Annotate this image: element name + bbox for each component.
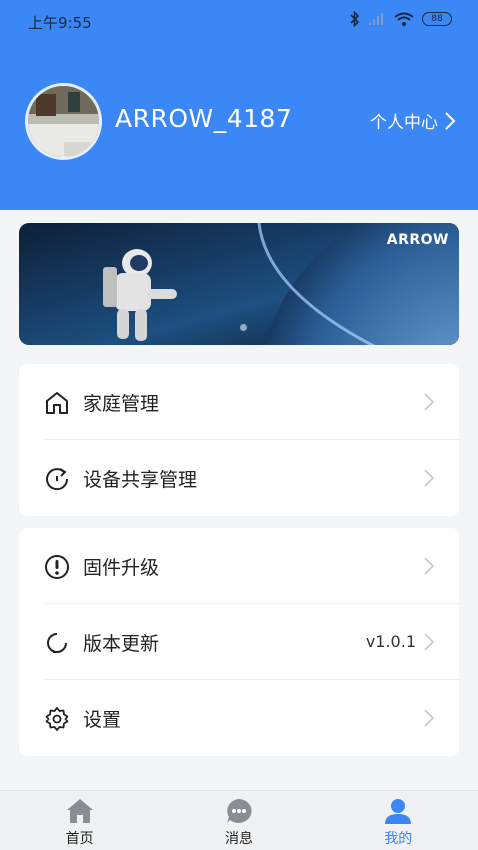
- tab-label: 我的: [384, 831, 413, 847]
- tab-label: 首页: [65, 831, 94, 847]
- menu-item-version-update[interactable]: 版本更新 v1.0.1: [19, 604, 459, 680]
- tab-messages[interactable]: 消息: [159, 791, 318, 850]
- promo-banner[interactable]: ARROW: [19, 223, 459, 345]
- menu-group-family: 家庭管理 设备共享管理: [19, 364, 459, 516]
- bluetooth-icon: [350, 11, 360, 27]
- bottom-tab-bar: 首页 消息 我的: [0, 790, 478, 850]
- menu-item-firmware-upgrade[interactable]: 固件升级: [19, 528, 459, 604]
- status-icons: 88: [350, 11, 452, 27]
- menu-label: 家庭管理: [83, 393, 160, 415]
- menu-item-settings[interactable]: 设置: [19, 680, 459, 756]
- chevron-right-icon: [424, 633, 435, 651]
- personal-center-label: 个人中心: [370, 113, 438, 133]
- firmware-icon: [45, 555, 69, 579]
- menu-item-home-management[interactable]: 家庭管理: [19, 364, 459, 440]
- share-icon: [46, 468, 69, 491]
- tab-label: 消息: [224, 831, 253, 847]
- user-icon: [385, 799, 412, 824]
- avatar-image: [28, 86, 99, 157]
- refresh-icon: [47, 633, 67, 653]
- profile-header: 上午9:55 88 ARROW_4187 个人中心: [0, 0, 478, 210]
- chevron-right-icon: [424, 557, 435, 575]
- version-value: v1.0.1: [365, 632, 416, 651]
- personal-center-link[interactable]: 个人中心: [370, 108, 456, 133]
- status-bar: 上午9:55 88: [0, 0, 478, 42]
- tab-mine[interactable]: 我的: [319, 791, 478, 850]
- home-icon: [66, 799, 93, 823]
- battery-indicator: 88: [422, 12, 452, 26]
- chevron-right-icon: [445, 111, 456, 130]
- signal-icon: [369, 13, 383, 25]
- tab-home[interactable]: 首页: [0, 791, 159, 850]
- status-time: 上午9:55: [28, 14, 92, 32]
- username: ARROW_4187: [115, 104, 293, 133]
- wifi-icon: [394, 12, 414, 26]
- carousel-indicator[interactable]: [240, 324, 247, 331]
- chevron-right-icon: [424, 393, 435, 411]
- chevron-right-icon: [424, 709, 435, 727]
- message-icon: [226, 799, 252, 823]
- gear-icon: [45, 707, 69, 731]
- menu-label: 固件升级: [83, 557, 160, 579]
- menu-label: 设置: [83, 709, 122, 731]
- menu-group-system: 固件升级 版本更新 v1.0.1 设置: [19, 528, 459, 756]
- banner-logo: ARROW: [386, 232, 449, 248]
- avatar[interactable]: [25, 83, 102, 160]
- chevron-right-icon: [424, 469, 435, 487]
- menu-label: 设备共享管理: [83, 469, 198, 491]
- home-icon: [46, 392, 68, 414]
- menu-item-device-sharing[interactable]: 设备共享管理: [19, 440, 459, 516]
- menu-label: 版本更新: [83, 633, 160, 655]
